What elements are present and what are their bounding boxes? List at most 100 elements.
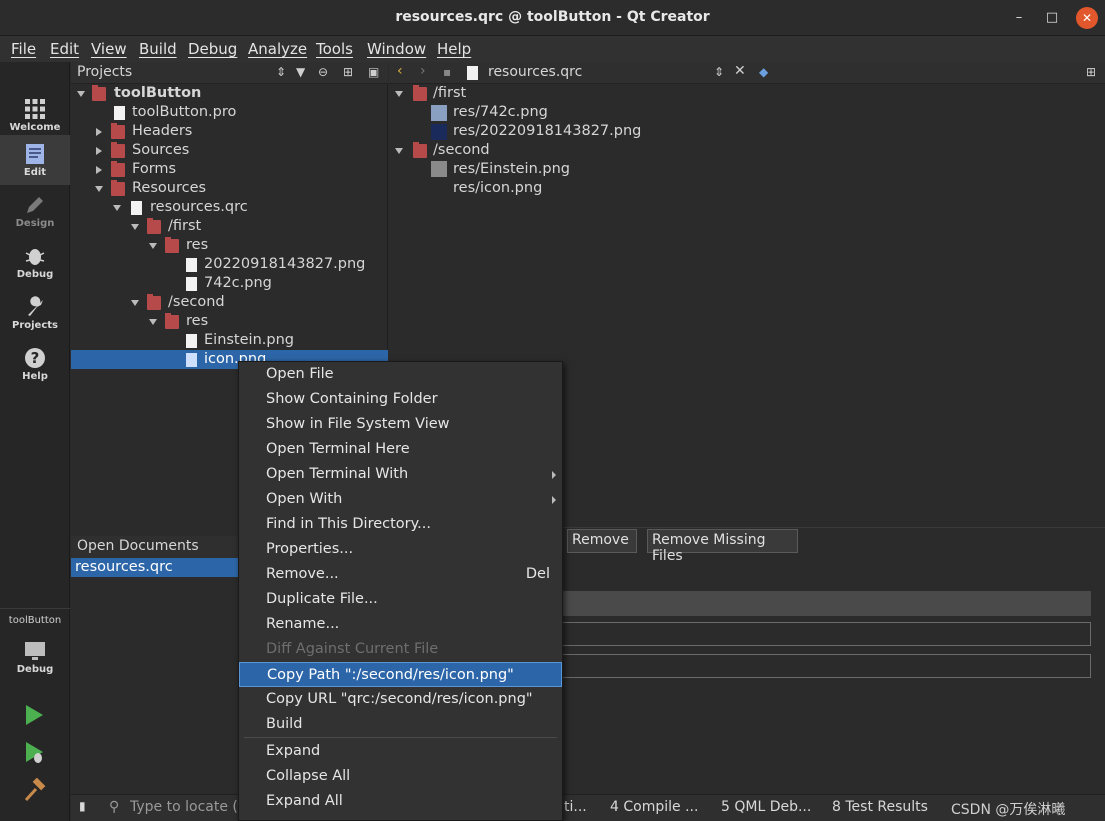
menu-debug[interactable]: Debug (188, 40, 237, 58)
resource-file[interactable]: res/20220918143827.png (389, 122, 1105, 141)
tree-item-res[interactable]: res (71, 312, 388, 331)
tree-label: res/742c.png (453, 104, 548, 120)
collapse-arrow-icon[interactable] (149, 319, 157, 325)
run-icon[interactable] (23, 703, 45, 727)
maximize-button[interactable]: □ (1041, 7, 1063, 29)
menu-item-collapse-all[interactable]: Collapse All (239, 764, 562, 789)
tree-item-sources[interactable]: Sources (71, 141, 388, 160)
collapse-arrow-icon[interactable] (149, 243, 157, 249)
menu-label: Find in This Directory... (266, 516, 431, 532)
kit-selector[interactable]: Debug (0, 632, 70, 682)
collapse-arrow-icon[interactable] (395, 91, 403, 97)
properties-header (559, 591, 1091, 616)
minimize-button[interactable]: – (1008, 7, 1030, 29)
mode-design[interactable]: Design (0, 186, 70, 236)
remove-button[interactable]: Remove (567, 529, 637, 553)
menu-item-copy-url[interactable]: Copy URL "qrc:/second/res/icon.png" (239, 687, 562, 712)
menu-window[interactable]: Window (367, 40, 426, 58)
tree-item-first[interactable]: /first (71, 217, 388, 236)
tree-item-file[interactable]: 742c.png (71, 274, 388, 293)
qml-debugger-tab[interactable]: 5 QML Deb... (721, 799, 811, 815)
collapse-arrow-icon[interactable] (77, 91, 85, 97)
output-tab[interactable]: ti... (564, 799, 587, 815)
tree-item-res[interactable]: res (71, 236, 388, 255)
link-icon[interactable]: ⊖ (318, 65, 328, 79)
collapse-arrow-icon[interactable] (131, 224, 139, 230)
menu-item-duplicate-file[interactable]: Duplicate File... (239, 587, 562, 612)
resource-file[interactable]: res/742c.png (389, 103, 1105, 122)
split-editor-icon[interactable]: ⊞ (1086, 65, 1096, 79)
tree-item-qrc[interactable]: resources.qrc (71, 198, 388, 217)
resource-file[interactable]: res/icon.png (389, 179, 1105, 198)
collapse-arrow-icon[interactable] (95, 186, 103, 192)
menu-tools[interactable]: Tools (316, 40, 353, 58)
resource-prefix[interactable]: /second (389, 141, 1105, 160)
menu-item-remove[interactable]: Remove... Del (239, 562, 562, 587)
tree-item-toolbutton[interactable]: toolButton (71, 84, 388, 103)
menu-view[interactable]: View (91, 40, 127, 58)
folder-icon (147, 294, 161, 310)
menu-item-show-containing-folder[interactable]: Show Containing Folder (239, 387, 562, 412)
menu-file[interactable]: File (11, 40, 36, 58)
build-hammer-icon[interactable] (23, 778, 47, 804)
mode-label: Design (15, 218, 55, 229)
expand-arrow-icon[interactable] (96, 128, 102, 136)
menu-item-rename[interactable]: Rename... (239, 612, 562, 637)
back-arrow-icon[interactable]: ‹ (397, 63, 403, 79)
menu-help[interactable]: Help (437, 40, 471, 58)
alias-field[interactable] (559, 622, 1091, 646)
split-icon[interactable]: ⊞ (343, 65, 353, 79)
menu-item-find-in-directory[interactable]: Find in This Directory... (239, 512, 562, 537)
expand-arrow-icon[interactable] (96, 166, 102, 174)
tree-label: 20220918143827.png (204, 256, 366, 272)
menu-item-open-with[interactable]: Open With (239, 487, 562, 512)
menu-item-properties[interactable]: Properties... (239, 537, 562, 562)
locator-input[interactable]: Type to locate (C (130, 799, 248, 815)
menu-analyze[interactable]: Analyze (248, 40, 307, 58)
tree-item-file[interactable]: Einstein.png (71, 331, 388, 350)
tree-item-resources[interactable]: Resources (71, 179, 388, 198)
menu-build[interactable]: Build (139, 40, 177, 58)
forward-arrow-icon[interactable]: › (420, 63, 426, 79)
tree-item-file[interactable]: 20220918143827.png (71, 255, 388, 274)
editor-filename[interactable]: resources.qrc (488, 64, 582, 80)
menu-item-expand-all[interactable]: Expand All (239, 789, 562, 814)
prefix-field[interactable] (559, 654, 1091, 678)
collapse-arrow-icon[interactable] (395, 148, 403, 154)
menu-item-open-file[interactable]: Open File (239, 362, 562, 387)
remove-missing-files-button[interactable]: Remove Missing Files (647, 529, 798, 564)
collapse-arrow-icon[interactable] (113, 205, 121, 211)
close-button[interactable]: ✕ (1076, 7, 1098, 29)
mode-projects[interactable]: Projects (0, 288, 70, 338)
menu-edit[interactable]: Edit (50, 40, 79, 58)
toggle-sidebar-icon[interactable]: ▮ (79, 799, 86, 813)
menu-item-open-terminal-here[interactable]: Open Terminal Here (239, 437, 562, 462)
menu-item-expand[interactable]: Expand (239, 739, 562, 764)
file-dropdown-icon[interactable]: ⇕ (714, 65, 724, 79)
open-documents-title: Open Documents (77, 538, 199, 554)
debug-run-icon[interactable] (23, 740, 47, 766)
close-pane-icon[interactable]: ▣ (368, 65, 379, 79)
view-switch-icon[interactable]: ⇕ (276, 65, 286, 79)
tree-item-pro-file[interactable]: toolButton.pro (71, 103, 388, 122)
collapse-arrow-icon[interactable] (131, 300, 139, 306)
close-doc-icon[interactable]: ✕ (734, 63, 746, 79)
menu-item-copy-path[interactable]: Copy Path ":/second/res/icon.png" (239, 662, 562, 687)
tree-item-headers[interactable]: Headers (71, 122, 388, 141)
resource-file[interactable]: res/Einstein.png (389, 160, 1105, 179)
menu-item-open-terminal-with[interactable]: Open Terminal With (239, 462, 562, 487)
test-results-tab[interactable]: 8 Test Results (832, 799, 928, 815)
menu-item-show-in-file-system-view[interactable]: Show in File System View (239, 412, 562, 437)
mode-debug[interactable]: Debug (0, 237, 70, 287)
tree-item-forms[interactable]: Forms (71, 160, 388, 179)
mode-help[interactable]: ? Help (0, 339, 70, 389)
compile-output-tab[interactable]: 4 Compile ... (610, 799, 698, 815)
expand-arrow-icon[interactable] (96, 147, 102, 155)
resource-prefix[interactable]: /first (389, 84, 1105, 103)
tree-item-second[interactable]: /second (71, 293, 388, 312)
mode-edit[interactable]: Edit (0, 135, 70, 185)
qml-icon[interactable]: ◆ (759, 65, 768, 79)
menu-item-build[interactable]: Build (239, 712, 562, 737)
filter-icon[interactable]: ▼ (296, 65, 305, 79)
mode-welcome[interactable]: Welcome (0, 90, 70, 140)
